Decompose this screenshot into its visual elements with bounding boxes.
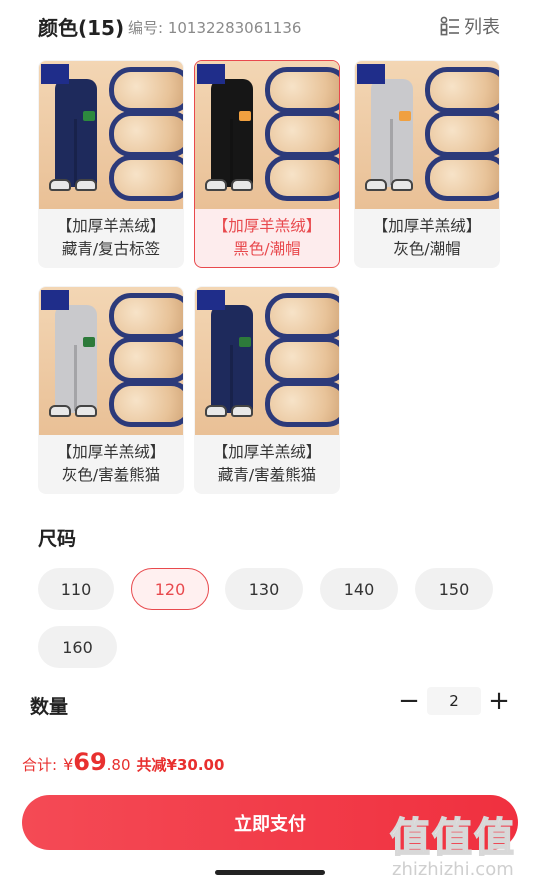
shoe-illustration — [49, 179, 71, 191]
sku-code: 编号: 10132283061136 — [128, 19, 302, 37]
color-section-header: 颜色(15) 编号: 10132283061136 列表 — [38, 12, 508, 42]
color-variant-card[interactable]: 【加厚羊羔绒】 藏青/害羞熊猫 — [194, 286, 340, 494]
discount-text: 共减¥30.00 — [136, 756, 225, 774]
shoe-illustration — [49, 405, 71, 417]
quantity-value-field[interactable]: 2 — [427, 687, 481, 715]
fleece-swatch — [109, 111, 183, 157]
list-view-label: 列表 — [464, 17, 500, 38]
product-thumbnail — [39, 287, 183, 435]
fleece-swatch — [109, 155, 183, 201]
pants-illustration — [55, 79, 97, 187]
pants-illustration — [211, 79, 253, 187]
quantity-section-title: 数量 — [30, 696, 69, 718]
variant-label-line2: 黑色/潮帽 — [233, 240, 301, 258]
shoe-illustration — [75, 405, 97, 417]
home-indicator[interactable] — [215, 870, 325, 875]
shoe-illustration — [75, 179, 97, 191]
pants-illustration — [211, 305, 253, 413]
variant-label: 【加厚羊羔绒】 黑色/潮帽 — [195, 209, 339, 261]
shoe-illustration — [231, 179, 253, 191]
product-thumbnail — [195, 61, 339, 209]
color-variant-card[interactable]: 【加厚羊羔绒】 灰色/潮帽 — [354, 60, 500, 268]
fleece-swatch — [265, 155, 339, 201]
product-thumbnail — [195, 287, 339, 435]
total-label: 合计: — [22, 756, 58, 774]
shoe-illustration — [205, 179, 227, 191]
brand-logo — [41, 64, 69, 84]
size-option-160[interactable]: 160 — [38, 626, 117, 668]
size-section-title: 尺码 — [38, 528, 77, 550]
quantity-increase-button[interactable]: + — [484, 686, 514, 716]
price-decimal: .80 — [106, 756, 131, 774]
fleece-swatch — [425, 155, 499, 201]
brand-logo — [197, 64, 225, 84]
variant-label-line1: 【加厚羊羔绒】 — [212, 217, 322, 235]
brand-logo — [197, 290, 225, 310]
variant-label-line2: 灰色/潮帽 — [393, 240, 461, 258]
list-view-toggle[interactable]: 列表 — [440, 13, 500, 39]
brand-logo — [41, 290, 69, 310]
pay-now-button[interactable]: 立即支付 — [22, 795, 518, 850]
color-variant-card[interactable]: 【加厚羊羔绒】 藏青/复古标签 — [38, 60, 184, 268]
variant-label-line1: 【加厚羊羔绒】 — [56, 443, 166, 461]
product-thumbnail — [355, 61, 499, 209]
color-section-title: 颜色(15) — [38, 16, 125, 40]
fleece-swatch — [109, 381, 183, 427]
shoe-illustration — [205, 405, 227, 417]
fleece-swatch — [265, 381, 339, 427]
size-option-130[interactable]: 130 — [225, 568, 303, 610]
order-total: 合计: ¥ 69 .80 共减¥30.00 — [22, 748, 224, 776]
fleece-swatch — [265, 67, 339, 113]
currency-symbol: ¥ — [63, 755, 74, 774]
color-variant-card[interactable]: 【加厚羊羔绒】 黑色/潮帽 — [194, 60, 340, 268]
shoe-illustration — [365, 179, 387, 191]
fleece-swatch — [425, 111, 499, 157]
variant-label-line2: 藏青/害羞熊猫 — [217, 466, 317, 484]
fleece-swatch — [109, 67, 183, 113]
fleece-swatch — [265, 293, 339, 339]
color-variant-card[interactable]: 【加厚羊羔绒】 灰色/害羞熊猫 — [38, 286, 184, 494]
variant-label: 【加厚羊羔绒】 藏青/复古标签 — [39, 209, 183, 261]
pants-illustration — [371, 79, 413, 187]
variant-label-line1: 【加厚羊羔绒】 — [212, 443, 322, 461]
sku-selection-sheet: 颜色(15) 编号: 10132283061136 列表 【加厚羊羔绒】 藏青/… — [0, 0, 540, 890]
fleece-swatch — [109, 293, 183, 339]
fleece-swatch — [109, 337, 183, 383]
size-option-140[interactable]: 140 — [320, 568, 398, 610]
size-option-110[interactable]: 110 — [38, 568, 114, 610]
variant-label-line1: 【加厚羊羔绒】 — [56, 217, 166, 235]
checkout-bar: 合计: ¥ 69 .80 共减¥30.00 立即支付 — [0, 728, 540, 890]
brand-logo — [357, 64, 385, 84]
product-thumbnail — [39, 61, 183, 209]
pants-illustration — [55, 305, 97, 413]
variant-label-line2: 藏青/复古标签 — [61, 240, 161, 258]
fleece-swatch — [265, 111, 339, 157]
fleece-swatch — [425, 67, 499, 113]
price-integer: 69 — [73, 748, 107, 776]
variant-label-line1: 【加厚羊羔绒】 — [372, 217, 482, 235]
fleece-swatch — [265, 337, 339, 383]
list-view-icon — [440, 16, 459, 36]
quantity-decrease-button[interactable]: − — [394, 686, 424, 716]
shoe-illustration — [231, 405, 253, 417]
variant-label: 【加厚羊羔绒】 灰色/潮帽 — [355, 209, 499, 261]
size-option-150[interactable]: 150 — [415, 568, 493, 610]
shoe-illustration — [391, 179, 413, 191]
variant-label-line2: 灰色/害羞熊猫 — [61, 466, 161, 484]
size-option-120[interactable]: 120 — [131, 568, 209, 610]
variant-label: 【加厚羊羔绒】 灰色/害羞熊猫 — [39, 435, 183, 487]
variant-label: 【加厚羊羔绒】 藏青/害羞熊猫 — [195, 435, 339, 487]
